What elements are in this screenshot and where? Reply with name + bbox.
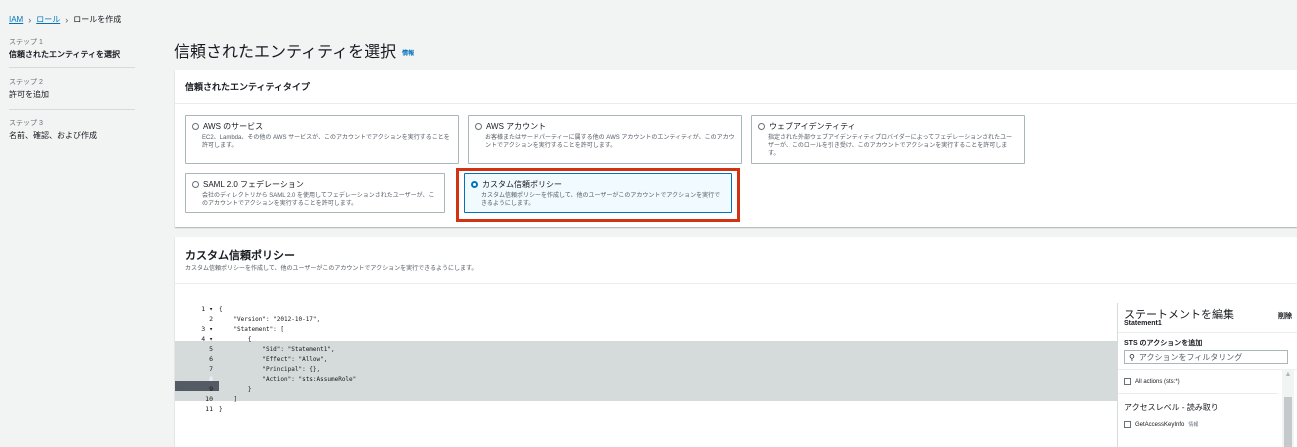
search-icon: ⚲ (1129, 352, 1135, 362)
divider (1118, 369, 1297, 370)
line-number-current: 8 (209, 375, 213, 383)
code-line: "Effect": "Allow", (219, 356, 328, 363)
statement-panel: ステートメントを編集 Statement1 削除 STS のアクションを追加 ⚲… (1117, 303, 1297, 447)
info-link[interactable]: 情報 (1188, 421, 1198, 428)
step-label: 許可を追加 (9, 90, 49, 99)
step-1: ステップ 1 信頼されたエンティティを選択 (9, 37, 135, 60)
option-title: AWS アカウント (486, 122, 547, 131)
radio-button[interactable] (475, 123, 482, 130)
radio-button[interactable] (192, 123, 199, 130)
panel-header: 信頼されたエンティティタイプ (175, 70, 1297, 104)
step-number: ステップ 3 (9, 120, 43, 127)
custom-policy-panel: カスタム信頼ポリシー カスタム信頼ポリシーを作成して、他のユーザーがこのアカウン… (175, 237, 1297, 447)
breadcrumb-iam-link[interactable]: IAM (9, 15, 23, 24)
divider (1118, 393, 1278, 394)
option-description: カスタム信頼ポリシーを作成して、他のユーザーがこのアカウントでアクションを実行で… (481, 193, 721, 207)
filter-placeholder: アクションをフィルタリング (1138, 352, 1243, 362)
statement-name: Statement1 (1124, 320, 1162, 327)
code-line: ] (219, 396, 238, 403)
option-description: 指定された外部ウェブアイデンティティプロバイダーによってフェデレーションされたユ… (768, 135, 1013, 157)
option-title: カスタム信頼ポリシー (482, 180, 562, 189)
code-line: } (219, 386, 252, 393)
policy-editor[interactable]: ⚲ 1 ▾ 2 3 ▾ 4 ▾ 5 6 7 8 9 10 11 { "Versi… (175, 303, 1120, 447)
radio-button[interactable] (192, 181, 199, 188)
checkbox[interactable] (1124, 378, 1131, 385)
step-divider (9, 109, 135, 110)
info-link[interactable]: 情報 (402, 51, 414, 57)
code-line: "Version": "2012-10-17", (219, 316, 321, 323)
line-number: 4 ▾ (201, 335, 213, 343)
code-line: { (219, 336, 252, 343)
breadcrumb-current: ロールを作成 (73, 15, 122, 24)
breadcrumb: IAM › ロール › ロールを作成 (9, 14, 121, 25)
line-number: 2 (209, 315, 213, 323)
step-divider (9, 67, 135, 68)
delete-button[interactable]: 削除 (1278, 311, 1292, 321)
option-title: ウェブアイデンティティ (769, 122, 856, 131)
line-number: 11 (205, 405, 213, 413)
option-saml-federation[interactable]: SAML 2.0 フェデレーション 会社のディレクトリから SAML 2.0 を… (185, 173, 445, 213)
step-2: ステップ 2 許可を追加 (9, 77, 135, 100)
page-title: 信頼されたエンティティを選択 情報 (174, 38, 414, 62)
code-line: "Action": "sts:AssumeRole" (219, 376, 357, 383)
breadcrumb-roles-link[interactable]: ロール (36, 14, 60, 25)
option-aws-service[interactable]: AWS のサービス EC2、Lambda、その他の AWS サービスが、このアカ… (185, 115, 459, 164)
all-actions-label: All actions (sts:*) (1135, 378, 1180, 385)
page-title-text: 信頼されたエンティティを選択 (174, 44, 397, 61)
line-number: 7 (209, 365, 213, 373)
divider (175, 283, 1297, 284)
access-level-heading: アクセスレベル - 読み取り (1124, 403, 1219, 412)
action-label: GetAccessKeyInfo (1135, 421, 1185, 428)
line-number: 1 ▾ (201, 305, 213, 313)
code-line: "Principal": {}, (219, 366, 321, 373)
option-description: 会社のディレクトリから SAML 2.0 を使用してフェデレーションされたユーザ… (202, 193, 435, 207)
code-line: "Sid": "Statement1", (219, 346, 335, 353)
entity-type-panel: 信頼されたエンティティタイプ AWS のサービス EC2、Lambda、その他の… (175, 70, 1297, 227)
option-description: EC2、Lambda、その他の AWS サービスが、このアカウントでアクションを… (202, 135, 450, 149)
step-number: ステップ 2 (9, 79, 43, 86)
option-custom-trust-policy[interactable]: カスタム信頼ポリシー カスタム信頼ポリシーを作成して、他のユーザーがこのアカウン… (464, 173, 732, 213)
scrollbar-thumb[interactable] (1284, 397, 1292, 447)
checkbox[interactable] (1124, 421, 1131, 428)
scroll-up-icon[interactable]: ▲ (1282, 371, 1294, 378)
scrollbar[interactable]: ▲ (1282, 369, 1294, 447)
add-actions-label: STS のアクションを追加 (1124, 340, 1203, 347)
radio-button-selected[interactable] (471, 181, 478, 188)
option-title: SAML 2.0 フェデレーション (203, 180, 304, 189)
custom-policy-description: カスタム信頼ポリシーを作成して、他のユーザーがこのアカウントでアクションを実行で… (185, 266, 478, 272)
divider (1118, 332, 1297, 333)
code-line: } (219, 406, 223, 413)
line-number: 9 (209, 385, 213, 393)
option-web-identity[interactable]: ウェブアイデンティティ 指定された外部ウェブアイデンティティプロバイダーによって… (751, 115, 1025, 164)
step-3: ステップ 3 名前、確認、および作成 (9, 118, 135, 141)
custom-policy-header: カスタム信頼ポリシー (185, 250, 295, 262)
line-number: 5 (209, 345, 213, 353)
step-label: 名前、確認、および作成 (9, 131, 97, 140)
radio-button[interactable] (758, 123, 765, 130)
all-actions-option[interactable]: All actions (sts:*) (1124, 378, 1180, 385)
option-aws-account[interactable]: AWS アカウント お客様またはサードパーティーに属する他の AWS アカウント… (468, 115, 742, 164)
chevron-right-icon: › (28, 14, 32, 25)
step-number: ステップ 1 (9, 39, 43, 46)
code-line: { (219, 306, 223, 313)
line-number: 10 (205, 395, 213, 403)
option-description: お客様またはサードパーティーに属する他の AWS アカウントのエンティティが、こ… (485, 135, 735, 149)
option-title: AWS のサービス (203, 122, 264, 131)
action-option[interactable]: GetAccessKeyInfo 情報 (1124, 421, 1198, 428)
filter-actions-input[interactable]: ⚲ アクションをフィルタリング (1124, 350, 1288, 364)
step-label: 信頼されたエンティティを選択 (9, 50, 121, 59)
code-line: "Statement": [ (219, 326, 285, 333)
line-number: 3 ▾ (201, 325, 213, 333)
line-number: 6 (209, 355, 213, 363)
chevron-right-icon: › (65, 14, 69, 25)
